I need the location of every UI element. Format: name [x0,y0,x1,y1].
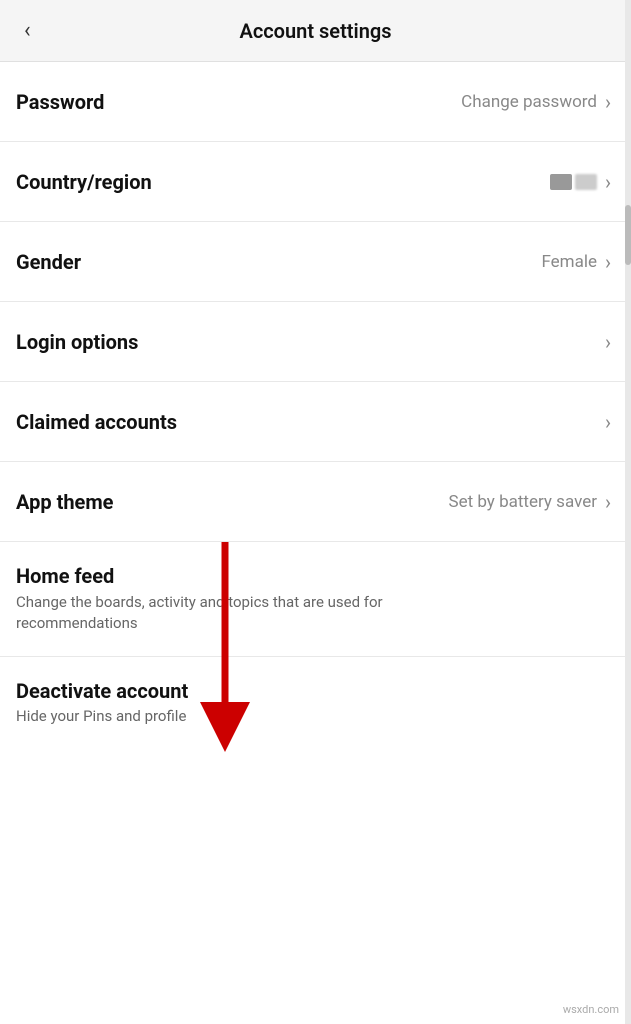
chevron-icon-login-options: › [605,330,611,354]
header: ‹ Account settings [0,0,631,62]
chevron-icon-app-theme: › [605,490,611,514]
row-label-login-options: Login options [16,330,138,354]
row-label-password: Password [16,90,104,114]
settings-list: Password Change password › Country/regio… [0,62,631,657]
settings-row-country[interactable]: Country/region › [0,142,631,222]
row-sublabel-home-feed: Change the boards, activity and topics t… [16,592,436,634]
watermark: wsxdn.com [563,1003,619,1016]
chevron-icon-password: › [605,90,611,114]
settings-row-deactivate[interactable]: Deactivate account Hide your Pins and pr… [0,657,631,747]
row-label-claimed-accounts: Claimed accounts [16,410,177,434]
row-label-app-theme: App theme [16,490,114,514]
row-value-gender: Female [541,252,597,272]
flag-container [550,174,597,190]
settings-row-password[interactable]: Password Change password › [0,62,631,142]
settings-row-app-theme[interactable]: App theme Set by battery saver › [0,462,631,542]
deactivate-sublabel: Hide your Pins and profile [16,707,611,725]
row-label-country: Country/region [16,170,152,194]
chevron-icon-gender: › [605,250,611,274]
row-value-app-theme: Set by battery saver [448,492,597,512]
settings-row-login-options[interactable]: Login options › [0,302,631,382]
page-title: Account settings [239,19,391,43]
settings-row-gender[interactable]: Gender Female › [0,222,631,302]
back-button[interactable]: ‹ [16,14,39,47]
row-label-home-feed: Home feed [16,564,436,588]
settings-row-claimed-accounts[interactable]: Claimed accounts › [0,382,631,462]
row-value-password: Change password [461,92,597,112]
row-label-gender: Gender [16,250,81,274]
flag-block-1 [550,174,572,190]
chevron-icon-country: › [605,170,611,194]
chevron-icon-claimed-accounts: › [605,410,611,434]
flag-block-2 [575,174,597,190]
scrollbar-track[interactable] [625,0,631,1024]
scrollbar-thumb[interactable] [625,205,631,265]
deactivate-label: Deactivate account [16,679,611,703]
settings-row-home-feed[interactable]: Home feed Change the boards, activity an… [0,542,631,657]
